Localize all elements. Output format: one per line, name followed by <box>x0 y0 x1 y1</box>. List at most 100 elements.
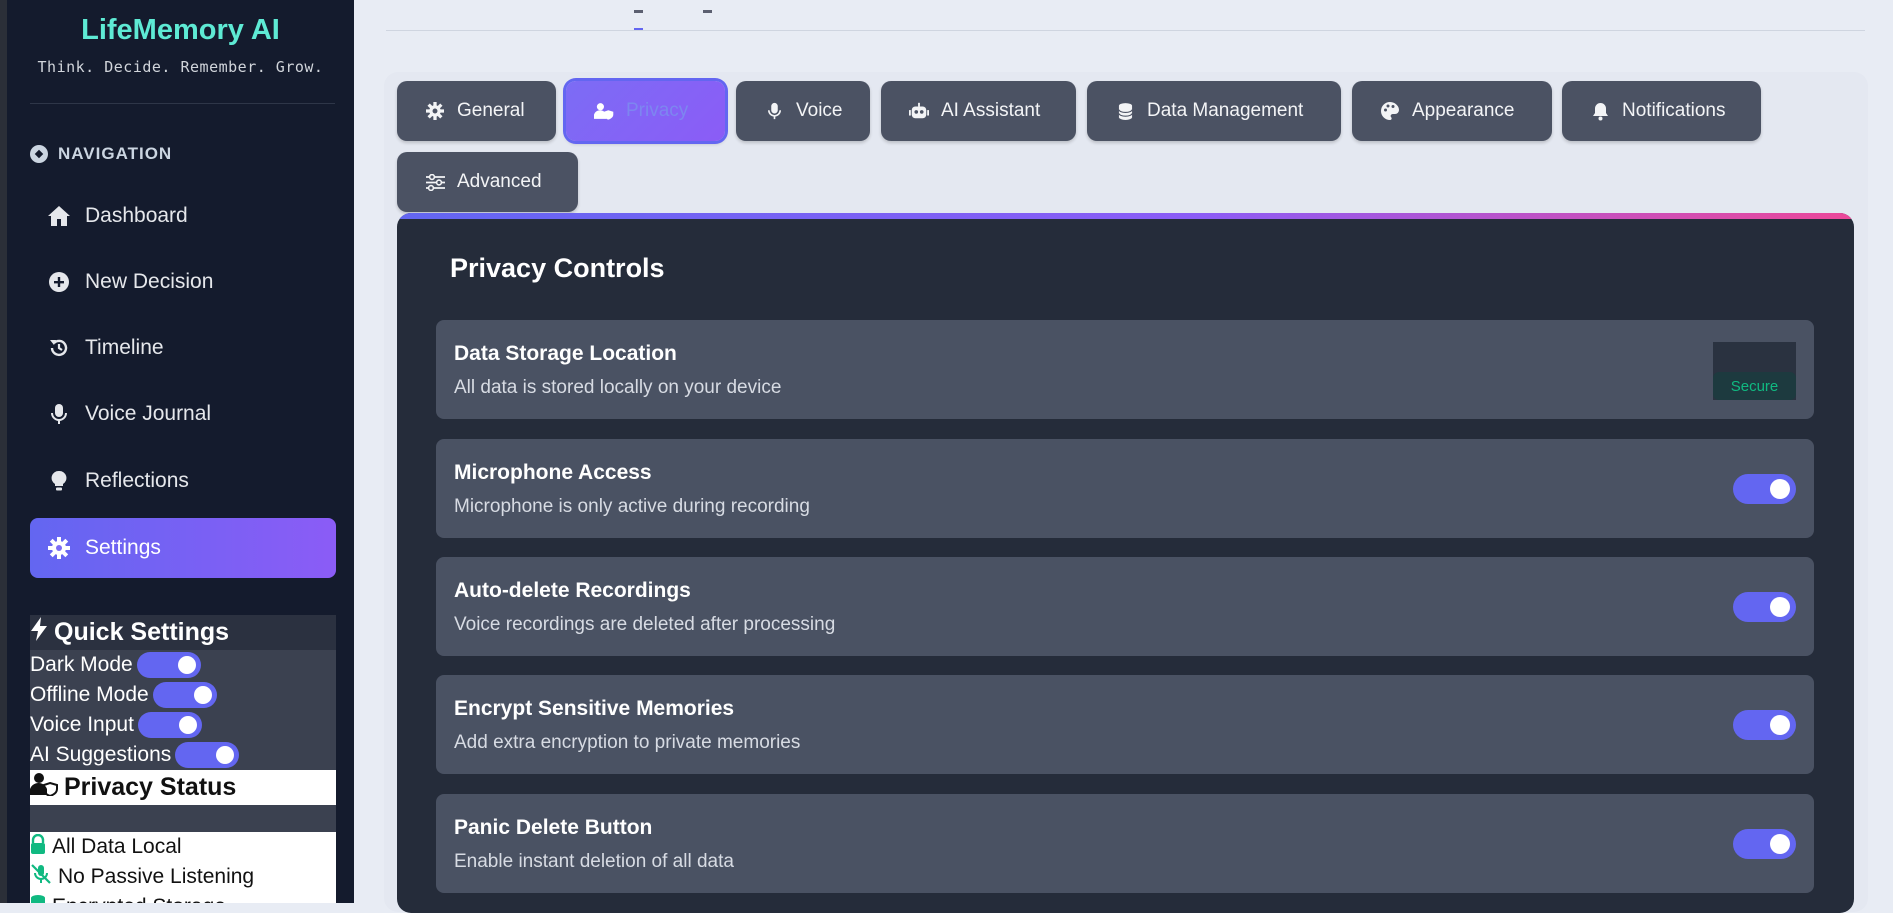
tab-privacy[interactable]: Privacy <box>566 81 725 141</box>
privacy-status-item: No Passive Listening <box>30 862 336 892</box>
nav-item-voice-journal[interactable]: Voice Journal <box>30 384 336 444</box>
tab-label: Notifications <box>1622 100 1726 121</box>
brand: LifeMemory AI Think. Decide. Remember. G… <box>7 12 354 76</box>
privacy-status-item: All Data Local <box>30 832 336 862</box>
setting-auto-delete-recordings: Auto-delete Recordings Voice recordings … <box>436 557 1814 656</box>
privacy-status-spacer <box>30 805 336 832</box>
nav-item-dashboard[interactable]: Dashboard <box>30 186 336 246</box>
quick-setting-dark-mode: Dark Mode <box>30 650 336 680</box>
privacy-status-label: No Passive Listening <box>58 865 255 888</box>
secure-badge: Secure <box>1713 372 1796 400</box>
auto-delete-recordings-toggle[interactable] <box>1733 592 1796 622</box>
panic-delete-toggle[interactable] <box>1733 829 1796 859</box>
nav-item-label: New Decision <box>85 270 214 293</box>
bolt-icon <box>30 617 48 648</box>
lightbulb-icon <box>47 469 71 493</box>
quick-settings-panel: Quick Settings Dark Mode Offline Mode Vo… <box>30 615 336 770</box>
voice-input-toggle[interactable] <box>137 712 202 738</box>
divider <box>30 103 335 104</box>
microphone-icon <box>764 101 784 121</box>
privacy-status-panel: Privacy Status All Data Local No Passive… <box>29 770 336 903</box>
nav-item-settings[interactable]: Settings <box>30 518 336 578</box>
window-edge <box>0 0 7 903</box>
quick-setting-label: AI Suggestions <box>30 743 172 766</box>
tab-voice[interactable]: Voice <box>736 81 870 141</box>
microphone-access-toggle[interactable] <box>1733 474 1796 504</box>
accent-gradient-bar <box>397 213 1854 219</box>
dark-mode-toggle[interactable] <box>136 652 201 678</box>
nav-item-timeline[interactable]: Timeline <box>30 318 336 378</box>
sidebar: LifeMemory AI Think. Decide. Remember. G… <box>7 0 354 903</box>
database-icon <box>30 894 46 903</box>
nav-item-label: Settings <box>85 536 161 559</box>
storage-status-box: Secure <box>1713 342 1796 400</box>
tab-general[interactable]: General <box>397 81 556 141</box>
toggle-knob <box>1770 834 1790 854</box>
ai-suggestions-toggle[interactable] <box>175 742 240 768</box>
tab-label: Voice <box>796 100 843 121</box>
quick-settings-title: Quick Settings <box>54 618 230 646</box>
gear-icon <box>425 101 445 121</box>
nav-item-label: Voice Journal <box>85 402 212 425</box>
setting-title: Microphone Access <box>454 461 652 484</box>
tab-notifications[interactable]: Notifications <box>1562 81 1761 141</box>
header-divider <box>386 30 1865 31</box>
tab-label: General <box>457 100 525 121</box>
main-content: General Privacy Voice AI Assistant Data … <box>354 0 1893 913</box>
app-tagline: Think. Decide. Remember. Grow. <box>37 58 324 76</box>
quick-setting-voice-input: Voice Input <box>30 710 336 740</box>
history-icon <box>47 336 71 360</box>
toggle-knob <box>1770 479 1790 499</box>
nav-item-label: Timeline <box>85 336 164 359</box>
tab-label: Privacy <box>626 100 689 121</box>
plus-circle-icon <box>47 270 71 294</box>
nav-heading: NAVIGATION <box>30 144 172 164</box>
privacy-controls-section: Privacy Controls Data Storage Location A… <box>397 213 1854 913</box>
app-title: LifeMemory AI <box>81 14 280 46</box>
offline-mode-toggle[interactable] <box>152 682 217 708</box>
setting-description: Enable instant deletion of all data <box>454 851 734 872</box>
tab-label: AI Assistant <box>941 100 1041 121</box>
setting-title: Auto-delete Recordings <box>454 579 691 602</box>
quick-setting-offline-mode: Offline Mode <box>30 680 336 710</box>
nav-item-reflections[interactable]: Reflections <box>30 451 336 511</box>
user-shield-icon <box>29 772 58 803</box>
user-shield-icon <box>594 101 614 121</box>
tab-label: Data Management <box>1147 100 1304 121</box>
nav-item-label: Reflections <box>85 469 189 492</box>
gear-icon <box>47 536 71 560</box>
nav-heading-label: NAVIGATION <box>58 144 173 163</box>
privacy-status-label: Encrypted Storage <box>52 895 226 903</box>
toggle-knob <box>1770 715 1790 735</box>
microphone-icon <box>47 402 71 426</box>
setting-description: Add extra encryption to private memories <box>454 732 801 753</box>
cut-off-header-text <box>634 0 834 31</box>
lock-icon <box>30 833 46 860</box>
setting-description: All data is stored locally on your devic… <box>454 377 782 398</box>
bell-icon <box>1590 101 1610 121</box>
sliders-icon <box>425 172 445 192</box>
setting-panic-delete-button: Panic Delete Button Enable instant delet… <box>436 794 1814 893</box>
nav-item-label: Dashboard <box>85 204 188 227</box>
robot-icon <box>909 101 929 121</box>
nav-item-new-decision[interactable]: New Decision <box>30 252 336 312</box>
home-icon <box>47 204 71 228</box>
setting-microphone-access: Microphone Access Microphone is only act… <box>436 439 1814 538</box>
quick-settings-heading: Quick Settings <box>30 615 336 650</box>
tab-ai-assistant[interactable]: AI Assistant <box>881 81 1076 141</box>
database-icon <box>1115 101 1135 121</box>
privacy-status-item: Encrypted Storage <box>30 892 336 903</box>
privacy-status-heading: Privacy Status <box>29 770 336 805</box>
tab-appearance[interactable]: Appearance <box>1352 81 1552 141</box>
tab-advanced[interactable]: Advanced <box>397 152 578 212</box>
setting-encrypt-sensitive-memories: Encrypt Sensitive Memories Add extra enc… <box>436 675 1814 774</box>
setting-description: Voice recordings are deleted after proce… <box>454 614 836 635</box>
microphone-slash-icon <box>30 864 52 890</box>
section-title: Privacy Controls <box>450 253 665 283</box>
setting-title: Encrypt Sensitive Memories <box>454 697 735 720</box>
quick-setting-label: Dark Mode <box>30 653 133 676</box>
tab-data-management[interactable]: Data Management <box>1087 81 1341 141</box>
quick-setting-label: Offline Mode <box>30 683 149 706</box>
palette-icon <box>1380 101 1400 121</box>
encrypt-sensitive-memories-toggle[interactable] <box>1733 710 1796 740</box>
